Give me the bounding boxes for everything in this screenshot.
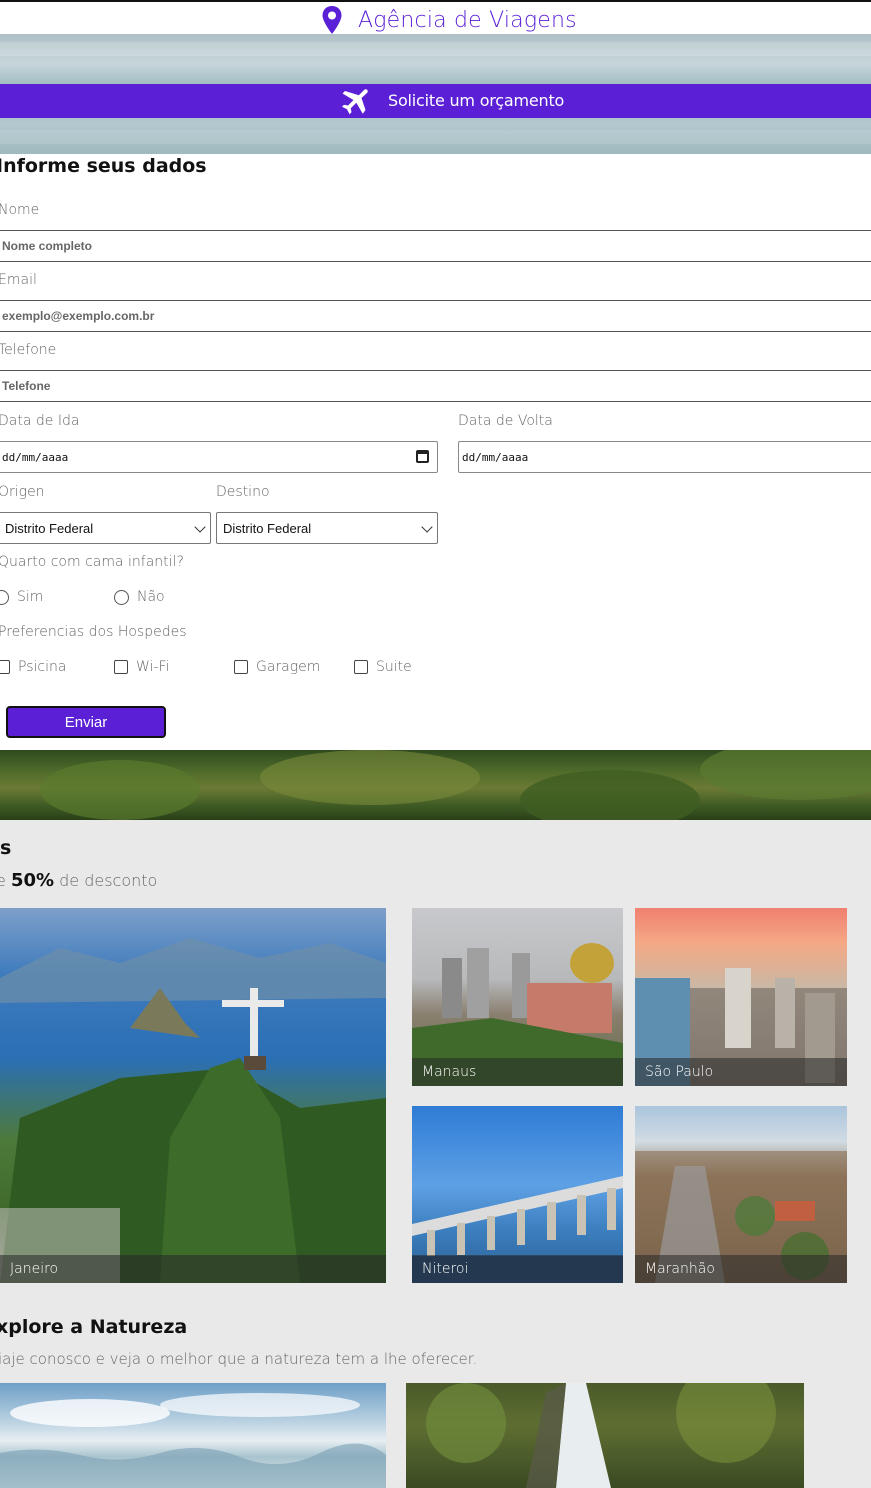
offers-subtitle: e 50% de desconto [0, 870, 157, 891]
waterfall-image [426, 1383, 776, 1488]
crib-option-label: Não [137, 589, 165, 605]
departure-date-value: dd/mm/aaaa [2, 451, 69, 464]
quote-label: Solicite um orçamento [388, 91, 565, 110]
pref-option-suite[interactable]: Suite [354, 659, 412, 675]
brand[interactable]: Agência de Viagens [318, 4, 577, 36]
destination-label: Destino [216, 484, 270, 500]
nature-subtitle: iaje conosco e veja o melhor que a natur… [0, 1350, 478, 1368]
crib-question: Quarto com cama infantil? [0, 554, 184, 570]
destination-value: Distrito Federal [223, 521, 312, 536]
form-title: Informe seus dados [0, 155, 207, 177]
crib-option-sim[interactable]: Sim [0, 589, 43, 605]
crib-option-label: Sim [17, 589, 44, 605]
phone-label: Telefone [0, 342, 57, 358]
pref-option-label: Garagem [256, 659, 321, 675]
phone-input[interactable]: Telefone [0, 370, 871, 402]
radio-button[interactable] [114, 589, 129, 605]
checkbox[interactable] [234, 660, 248, 674]
crib-option-nao[interactable]: Não [114, 589, 165, 605]
calendar-icon[interactable] [416, 450, 429, 463]
destination-card-maranhao[interactable]: Maranhão [635, 1106, 847, 1283]
chevron-down-icon [194, 521, 206, 533]
origin-value: Distrito Federal [5, 521, 94, 536]
hero-banner: Solicite um orçamento [0, 34, 871, 154]
destination-caption: Maranhão [635, 1255, 847, 1283]
dunes-landscape-image [0, 1393, 386, 1488]
email-input[interactable]: exemplo@exemplo.com.br [0, 300, 871, 332]
pref-option-label: Suite [376, 659, 412, 675]
name-label: Nome [0, 202, 40, 218]
pref-option-label: Psicina [18, 659, 67, 675]
checkbox[interactable] [354, 660, 368, 674]
offers-subtitle-suffix: de desconto [59, 871, 158, 890]
destination-caption: São Paulo [635, 1058, 847, 1086]
origin-label: Origen [0, 484, 45, 500]
destination-card-sao-paulo[interactable]: São Paulo [635, 908, 847, 1086]
chevron-down-icon [421, 521, 433, 533]
radio-button[interactable] [0, 589, 9, 605]
pref-option-garagem[interactable]: Garagem [234, 659, 320, 675]
quote-banner[interactable]: Solicite um orçamento [0, 84, 871, 118]
origin-select[interactable]: Distrito Federal [0, 512, 211, 544]
pref-option-piscina[interactable]: Psicina [0, 659, 66, 675]
nature-card-waterfall[interactable] [406, 1383, 804, 1488]
submit-button[interactable]: Enviar [6, 706, 166, 738]
offers-title: s [0, 837, 12, 859]
top-header: Agência de Viagens [0, 0, 871, 34]
discount-value: 50% [10, 870, 55, 891]
destination-caption: Manaus [412, 1058, 623, 1086]
destination-caption: Niteroi [412, 1255, 623, 1283]
departure-date-input[interactable]: dd/mm/aaaa [0, 441, 438, 473]
destination-card-rio[interactable]: Janeiro [0, 908, 386, 1283]
prefs-label: Preferencias dos Hospedes [0, 624, 187, 640]
return-date-value: dd/mm/aaaa [462, 451, 529, 464]
return-date-input[interactable]: dd/mm/aaaa [458, 441, 871, 473]
destination-select[interactable]: Distrito Federal [216, 512, 438, 544]
checkbox[interactable] [114, 660, 128, 674]
pref-option-wifi[interactable]: Wi-Fi [114, 659, 169, 675]
email-label: Email [0, 272, 37, 288]
destination-card-manaus[interactable]: Manaus [412, 908, 623, 1086]
map-pin-icon [322, 6, 342, 34]
nature-card-dunes[interactable] [0, 1383, 386, 1488]
name-input[interactable]: Nome completo [0, 230, 871, 262]
offers-subtitle-prefix: e [0, 871, 6, 890]
departure-label: Data de Ida [0, 413, 80, 429]
nature-title: xplore a Natureza [0, 1316, 188, 1338]
destination-caption: Janeiro [0, 1255, 386, 1283]
pref-option-label: Wi-Fi [136, 659, 170, 675]
offers-section: s e 50% de desconto Janeiro Manaus São P… [0, 820, 871, 1488]
rio-landscape-image [0, 938, 386, 1283]
checkbox[interactable] [0, 660, 10, 674]
forest-banner-image [0, 750, 871, 820]
airplane-icon [342, 89, 368, 115]
destination-card-niteroi[interactable]: Niteroi [412, 1106, 623, 1283]
brand-name: Agência de Viagens [358, 7, 577, 33]
return-label: Data de Volta [458, 413, 553, 429]
